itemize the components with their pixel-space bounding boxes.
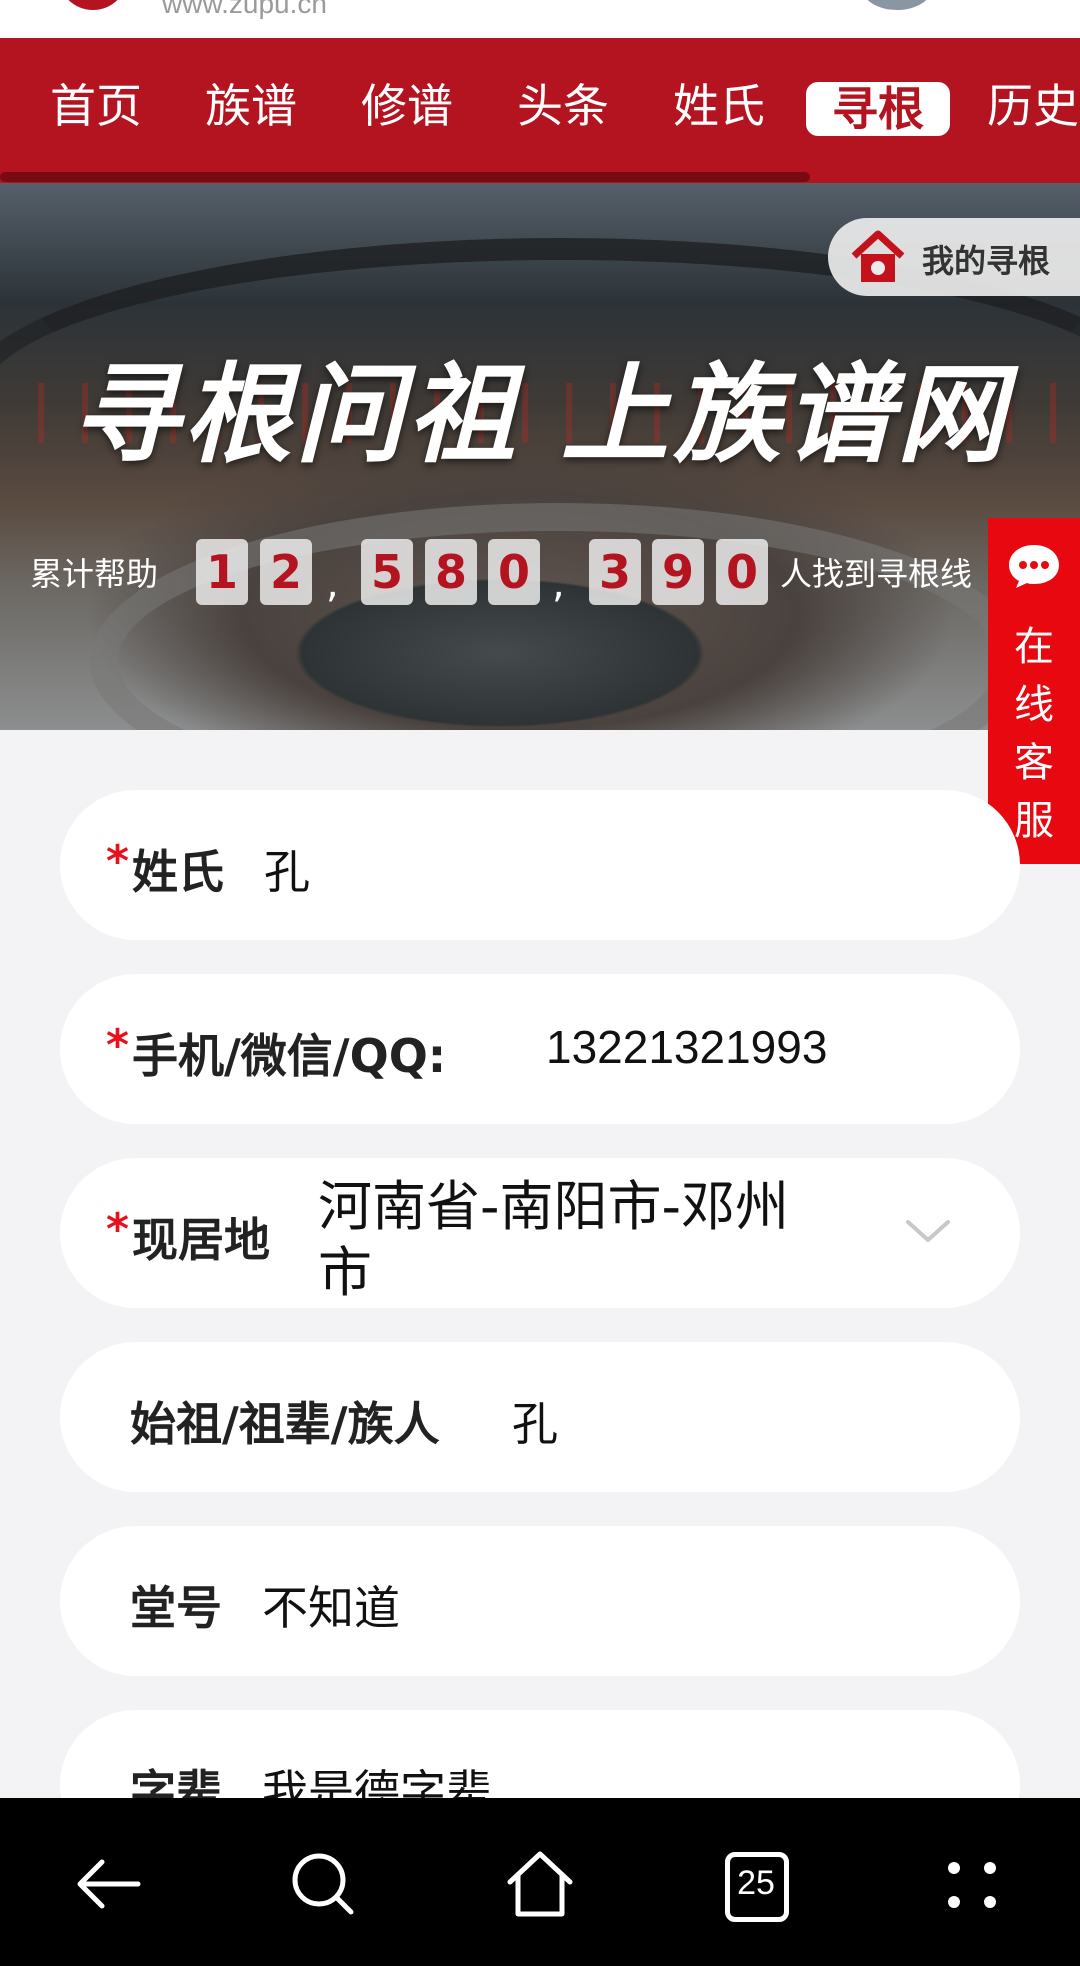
residence-value-line1[interactable]: 河南省-南阳市-邓州 <box>318 1162 789 1241</box>
residence-value-line2[interactable]: 市 <box>318 1228 372 1307</box>
back-arrow-icon[interactable] <box>68 1844 148 1924</box>
nav-item-headlines[interactable]: 头条 <box>517 78 609 134</box>
counter-digit: 9 <box>652 539 704 605</box>
counter-prefix: 累计帮助 <box>30 555 159 593</box>
contact-value[interactable]: 13221321993 <box>546 1020 827 1074</box>
search-icon[interactable] <box>283 1844 363 1924</box>
my-roots-button[interactable]: 我的寻根 <box>828 218 1080 296</box>
surname-label: 姓氏 <box>132 845 224 899</box>
counter-digit: 8 <box>425 539 477 605</box>
house-icon <box>851 230 905 282</box>
counter-digit: 1 <box>196 539 248 605</box>
browser-address-strip: www.zupu.cn <box>0 0 1080 38</box>
counter-digit: 5 <box>361 539 413 605</box>
home-icon[interactable] <box>500 1844 580 1924</box>
counter-digit: 2 <box>260 539 312 605</box>
required-mark: * <box>106 836 130 887</box>
ancestor-field[interactable]: 始祖/祖辈/族人 孔 <box>60 1342 1020 1492</box>
nav-item-home[interactable]: 首页 <box>50 78 142 134</box>
nav-item-genealogy[interactable]: 族谱 <box>205 78 297 134</box>
tabs-button[interactable]: 25 <box>716 1844 796 1924</box>
hall-name-value[interactable]: 不知道 <box>262 1572 400 1638</box>
ancestor-value[interactable]: 孔 <box>512 1388 558 1454</box>
nav-scroll-indicator <box>0 172 810 182</box>
counter-digit: 0 <box>716 539 768 605</box>
counter-separator: , <box>326 561 339 607</box>
help-counter: 累计帮助 1 2 , 5 8 0 , 3 9 0 人找到寻根线 <box>0 535 1000 609</box>
online-service-text: 在线客服 <box>1014 624 1054 844</box>
surname-field[interactable]: * 姓氏 孔 <box>60 790 1020 940</box>
browser-bottom-bar: 25 <box>0 1798 1080 1966</box>
ancestor-label: 始祖/祖辈/族人 <box>130 1397 440 1451</box>
contact-label: 手机/微信/QQ: <box>132 1029 447 1083</box>
required-mark: * <box>106 1204 130 1255</box>
nav-item-surname[interactable]: 姓氏 <box>673 78 765 134</box>
main-nav: 首页 族谱 修谱 头条 姓氏 寻根 历史 <box>0 38 1080 183</box>
hall-name-field[interactable]: 堂号 不知道 <box>60 1526 1020 1676</box>
nav-item-roots[interactable]: 寻根 <box>806 82 950 136</box>
chevron-down-icon[interactable] <box>902 1206 954 1258</box>
residence-field[interactable]: * 现居地 河南省-南阳市-邓州 市 <box>60 1158 1020 1308</box>
hall-name-label: 堂号 <box>130 1581 222 1635</box>
counter-digit: 3 <box>589 539 641 605</box>
nav-item-compile[interactable]: 修谱 <box>361 78 453 134</box>
online-service-button[interactable]: 在线客服 <box>988 518 1080 864</box>
residence-label: 现居地 <box>132 1213 270 1267</box>
site-url: www.zupu.cn <box>162 0 327 19</box>
counter-digit: 0 <box>488 539 540 605</box>
required-mark: * <box>106 1020 130 1071</box>
surname-value[interactable]: 孔 <box>264 836 310 902</box>
user-avatar[interactable] <box>862 0 932 10</box>
counter-suffix: 人找到寻根线 <box>780 555 973 593</box>
chat-bubble-icon <box>1009 545 1059 588</box>
tab-count: 25 <box>737 1864 775 1902</box>
nav-item-history[interactable]: 历史 <box>987 78 1079 134</box>
counter-separator: , <box>552 561 565 607</box>
more-menu-icon[interactable] <box>932 1844 1012 1924</box>
site-logo <box>58 0 128 10</box>
my-roots-label: 我的寻根 <box>922 242 1051 280</box>
contact-field[interactable]: * 手机/微信/QQ: 13221321993 <box>60 974 1020 1124</box>
banner-slogan: 寻根问祖 上族谱网 <box>71 352 1009 478</box>
